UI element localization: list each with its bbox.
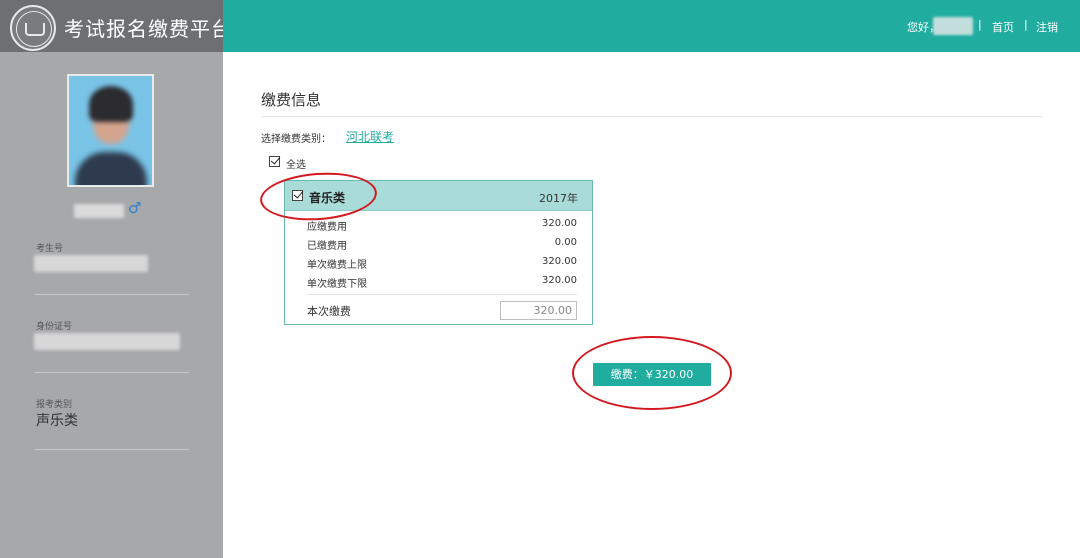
sidebar-divider xyxy=(34,294,189,295)
fee-row-value: 0.00 xyxy=(554,237,577,248)
fee-row-min: 单次缴费下限 320.00 xyxy=(307,275,577,291)
fee-row-paid: 已缴费用 0.00 xyxy=(307,237,577,253)
header-bar: 您好， | 首页 | 注销 xyxy=(223,0,1080,52)
fee-item-card: 音乐类 2017年 应缴费用 320.00 已缴费用 0.00 单次缴费上限 3… xyxy=(284,180,593,325)
fee-row-value: 320.00 xyxy=(542,256,577,267)
nav-separator: | xyxy=(1024,18,1028,31)
sidebar-divider xyxy=(34,449,189,450)
exam-category-label: 报考类别 xyxy=(36,400,73,410)
fee-row-label: 已缴费用 xyxy=(307,241,347,252)
fee-row-label: 单次缴费下限 xyxy=(307,279,367,290)
card-divider xyxy=(307,294,577,295)
candidate-name-redacted xyxy=(74,204,124,218)
logout-link[interactable]: 注销 xyxy=(1036,19,1058,35)
male-gender-icon: ♂ xyxy=(128,199,142,217)
id-number-label: 身份证号 xyxy=(36,322,73,332)
fee-row-due: 应缴费用 320.00 xyxy=(307,218,577,234)
id-number-redacted xyxy=(34,333,180,350)
candidate-photo xyxy=(67,74,154,187)
title-divider xyxy=(261,116,1043,117)
fee-row-value: 320.00 xyxy=(542,275,577,286)
nav-separator: | xyxy=(978,18,982,31)
fee-item-year: 2017年 xyxy=(539,192,578,205)
school-logo-icon xyxy=(10,5,56,51)
header-brand: 考试报名缴费平台 xyxy=(0,0,231,52)
this-payment-label: 本次缴费 xyxy=(307,305,351,318)
page-title: 缴费信息 xyxy=(261,91,322,109)
payment-category-link[interactable]: 河北联考 xyxy=(346,128,394,145)
pay-button[interactable]: 缴费：￥320.00 xyxy=(593,363,711,386)
candidate-number-label: 考生号 xyxy=(36,244,64,254)
fee-row-max: 单次缴费上限 320.00 xyxy=(307,256,577,272)
sidebar-divider xyxy=(34,372,189,373)
username-redacted xyxy=(933,17,973,35)
fee-row-value: 320.00 xyxy=(542,218,577,229)
fee-row-label: 单次缴费上限 xyxy=(307,260,367,271)
fee-item-checkbox[interactable] xyxy=(292,190,303,201)
fee-item-title: 音乐类 xyxy=(309,191,346,205)
app-title: 考试报名缴费平台 xyxy=(64,17,232,41)
candidate-sidebar: ♂ 考生号 身份证号 报考类别 声乐类 xyxy=(0,52,223,558)
select-all-label: 全选 xyxy=(286,160,306,171)
fee-item-header: 音乐类 2017年 xyxy=(285,181,592,211)
select-all-checkbox[interactable] xyxy=(269,156,280,167)
home-link[interactable]: 首页 xyxy=(992,19,1014,35)
candidate-number-redacted xyxy=(34,255,148,272)
fee-row-label: 应缴费用 xyxy=(307,222,347,233)
exam-category-value: 声乐类 xyxy=(36,413,78,429)
payment-category-label: 选择缴费类别： xyxy=(261,134,331,145)
this-payment-input[interactable]: 320.00 xyxy=(500,301,577,320)
